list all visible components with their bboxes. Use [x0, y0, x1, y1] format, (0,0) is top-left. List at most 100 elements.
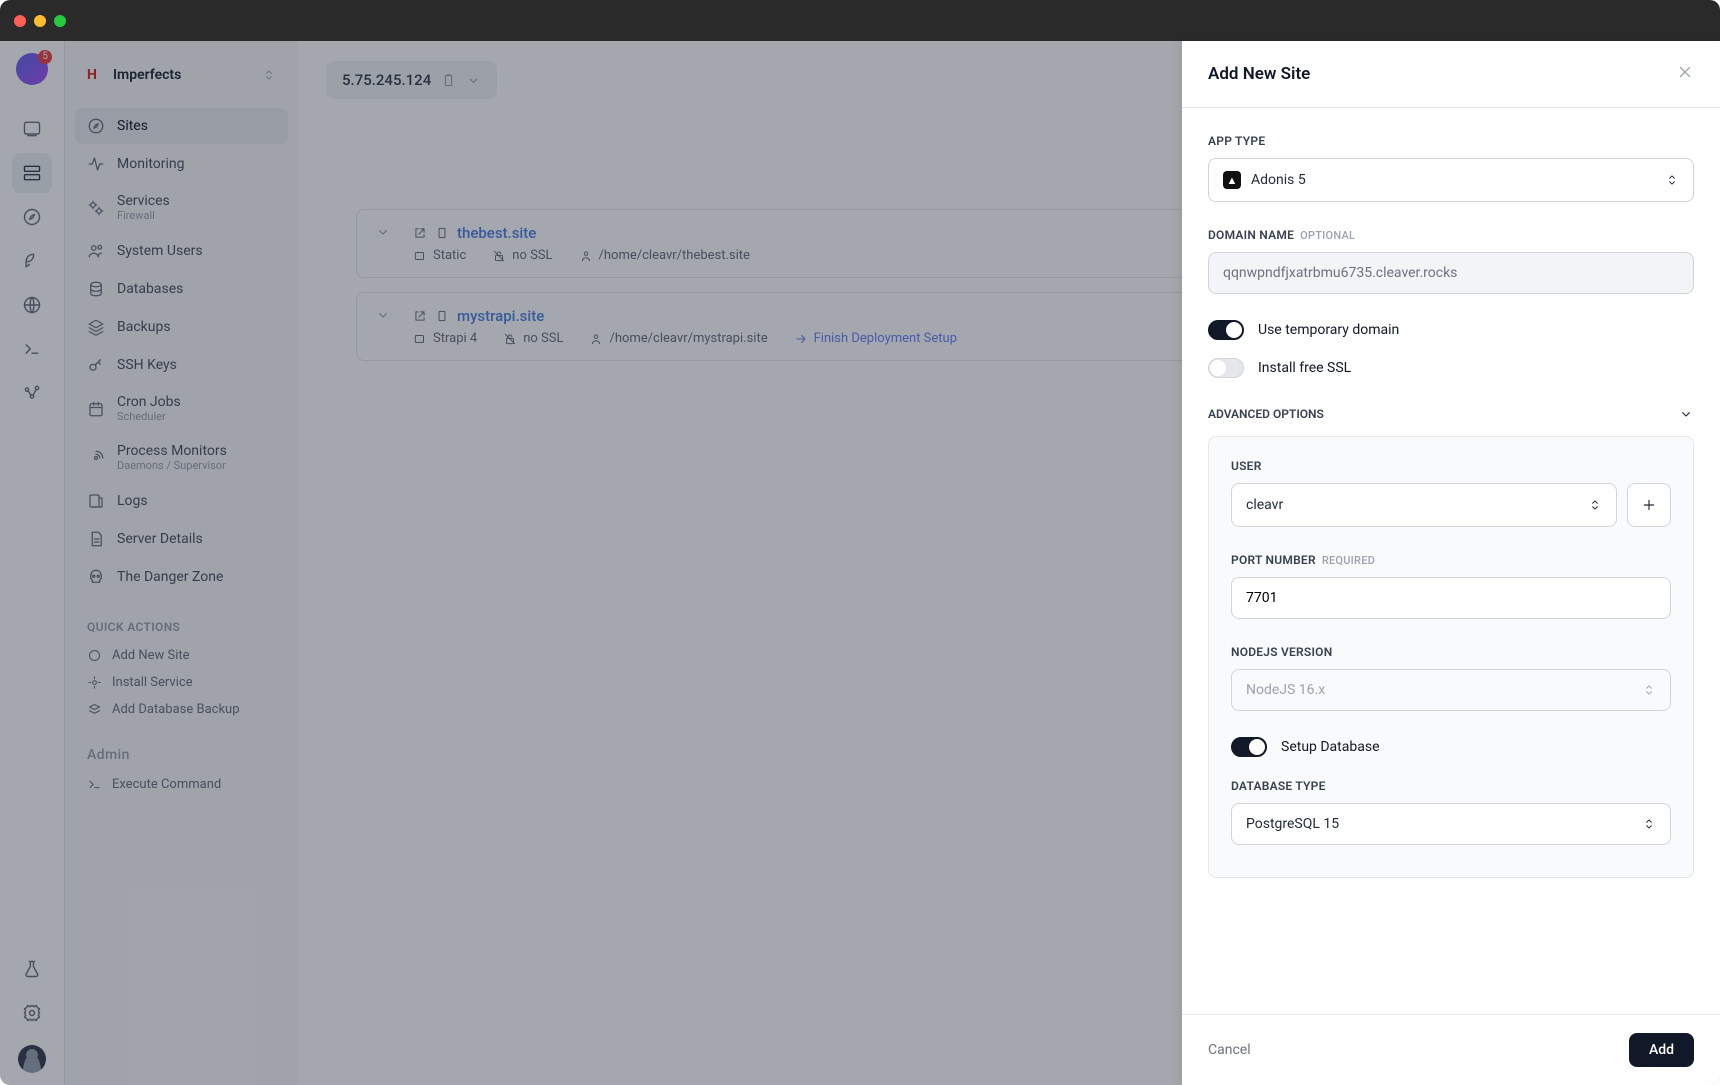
- setup-db-label: Setup Database: [1281, 739, 1380, 755]
- activity-icon: [87, 155, 105, 173]
- admin-execute[interactable]: Execute Command: [75, 771, 288, 798]
- rail-graph-icon[interactable]: [12, 373, 52, 413]
- chevron-updown-icon: [1642, 817, 1656, 831]
- unlock-icon: [503, 332, 517, 346]
- nav-danger-zone[interactable]: The Danger Zone: [75, 559, 288, 595]
- nav-label: Monitoring: [117, 156, 185, 172]
- add-user-button[interactable]: [1627, 483, 1671, 527]
- clipboard-icon[interactable]: [435, 226, 449, 240]
- temp-domain-label: Use temporary domain: [1258, 322, 1399, 338]
- close-icon: [1676, 63, 1694, 81]
- rail-settings-icon[interactable]: [12, 993, 52, 1033]
- rail-compass-icon[interactable]: [12, 197, 52, 237]
- nav-sublabel: Firewall: [117, 209, 170, 222]
- nav-server-details[interactable]: Server Details: [75, 521, 288, 557]
- add-site-panel: Add New Site APP TYPE ▲ Adonis 5 DOMAIN …: [1182, 41, 1720, 1085]
- server-selector[interactable]: 5.75.245.124: [326, 61, 497, 99]
- nav-sublabel: Scheduler: [117, 410, 181, 423]
- nav-label: Server Details: [117, 531, 203, 547]
- nav-services[interactable]: ServicesFirewall: [75, 184, 288, 231]
- nav-label: SSH Keys: [117, 357, 177, 373]
- domain-label: DOMAIN NAMEOPTIONAL: [1208, 228, 1694, 242]
- chevron-down-icon: [1678, 406, 1694, 422]
- sidebar: H Imperfects Sites Monitoring ServicesFi…: [65, 41, 298, 1085]
- window-minimize[interactable]: [34, 15, 46, 27]
- rail-terminal-icon[interactable]: [12, 329, 52, 369]
- rail-servers-icon[interactable]: [12, 153, 52, 193]
- nav-label: Process Monitors: [117, 443, 227, 459]
- nav-databases[interactable]: Databases: [75, 271, 288, 307]
- nav-process-monitors[interactable]: Process MonitorsDaemons / Supervisor: [75, 434, 288, 481]
- project-selector[interactable]: H Imperfects: [75, 57, 288, 93]
- compass-icon: [87, 648, 102, 663]
- user-label: USER: [1231, 459, 1671, 473]
- user-avatar[interactable]: [18, 1045, 46, 1073]
- cancel-button[interactable]: Cancel: [1208, 1042, 1251, 1058]
- clipboard-icon[interactable]: [441, 73, 456, 88]
- clipboard-icon[interactable]: [435, 309, 449, 323]
- app-type-select[interactable]: ▲ Adonis 5: [1208, 158, 1694, 202]
- node-version-select[interactable]: NodeJS 16.x: [1231, 669, 1671, 711]
- nav-label: The Danger Zone: [117, 569, 223, 585]
- chevron-down-icon[interactable]: [375, 307, 391, 323]
- rail-globe-icon[interactable]: [12, 285, 52, 325]
- port-input[interactable]: [1231, 577, 1671, 619]
- calendar-icon: [87, 400, 105, 418]
- add-button[interactable]: Add: [1629, 1033, 1694, 1067]
- setup-db-toggle[interactable]: [1231, 737, 1267, 757]
- db-type-select[interactable]: PostgreSQL 15: [1231, 803, 1671, 845]
- radar-icon: [87, 449, 105, 467]
- site-name[interactable]: mystrapi.site: [457, 307, 544, 325]
- nav-label: Logs: [117, 493, 148, 509]
- logs-icon: [87, 492, 105, 510]
- window-maximize[interactable]: [54, 15, 66, 27]
- port-label: PORT NUMBERREQUIRED: [1231, 553, 1671, 567]
- nav-cron[interactable]: Cron JobsScheduler: [75, 385, 288, 432]
- user-select[interactable]: cleavr: [1231, 483, 1617, 527]
- qa-add-site[interactable]: Add New Site: [75, 642, 288, 669]
- compass-icon: [87, 117, 105, 135]
- nav-label: Sites: [117, 118, 148, 134]
- advanced-options-body: USER cleavr PORT NUMBERREQUIRED: [1208, 436, 1694, 878]
- domain-input[interactable]: [1208, 252, 1694, 294]
- rail-deploy-icon[interactable]: [12, 241, 52, 281]
- nav-backups[interactable]: Backups: [75, 309, 288, 345]
- plus-icon: [1641, 497, 1657, 513]
- user-icon: [589, 332, 603, 346]
- qa-add-backup[interactable]: Add Database Backup: [75, 696, 288, 723]
- project-logo-icon: H: [87, 67, 103, 83]
- finish-deployment-link[interactable]: Finish Deployment Setup: [794, 331, 957, 346]
- app-type-label: APP TYPE: [1208, 134, 1694, 148]
- nav-system-users[interactable]: System Users: [75, 233, 288, 269]
- panel-title: Add New Site: [1208, 64, 1310, 84]
- database-icon: [87, 280, 105, 298]
- temp-domain-toggle[interactable]: [1208, 320, 1244, 340]
- nav-label: Cron Jobs: [117, 394, 181, 410]
- node-label: NODEJS VERSION: [1231, 645, 1671, 659]
- qa-install-service[interactable]: Install Service: [75, 669, 288, 696]
- window-close[interactable]: [14, 15, 26, 27]
- tag-icon: [413, 249, 427, 263]
- brand-avatar[interactable]: 5: [16, 53, 48, 85]
- external-link-icon[interactable]: [413, 226, 427, 240]
- nav-monitoring[interactable]: Monitoring: [75, 146, 288, 182]
- admin-label: Admin: [75, 747, 288, 763]
- nav-sites[interactable]: Sites: [75, 108, 288, 144]
- site-name[interactable]: thebest.site: [457, 224, 536, 242]
- nav-sublabel: Daemons / Supervisor: [117, 459, 227, 472]
- external-link-icon[interactable]: [413, 309, 427, 323]
- nav-ssh-keys[interactable]: SSH Keys: [75, 347, 288, 383]
- chevron-down-icon[interactable]: [375, 224, 391, 240]
- free-ssl-toggle[interactable]: [1208, 358, 1244, 378]
- quick-actions-label: QUICK ACTIONS: [75, 620, 288, 634]
- panel-close-button[interactable]: [1676, 63, 1694, 85]
- adonis-icon: ▲: [1223, 171, 1241, 189]
- rail-dashboard-icon[interactable]: [12, 109, 52, 149]
- terminal-icon: [87, 777, 102, 792]
- nav-label: System Users: [117, 243, 203, 259]
- rail-flask-icon[interactable]: [12, 949, 52, 989]
- nav-logs[interactable]: Logs: [75, 483, 288, 519]
- gear-icon: [87, 675, 102, 690]
- advanced-options-toggle[interactable]: ADVANCED OPTIONS: [1208, 406, 1694, 422]
- app-type-value: Adonis 5: [1251, 172, 1655, 188]
